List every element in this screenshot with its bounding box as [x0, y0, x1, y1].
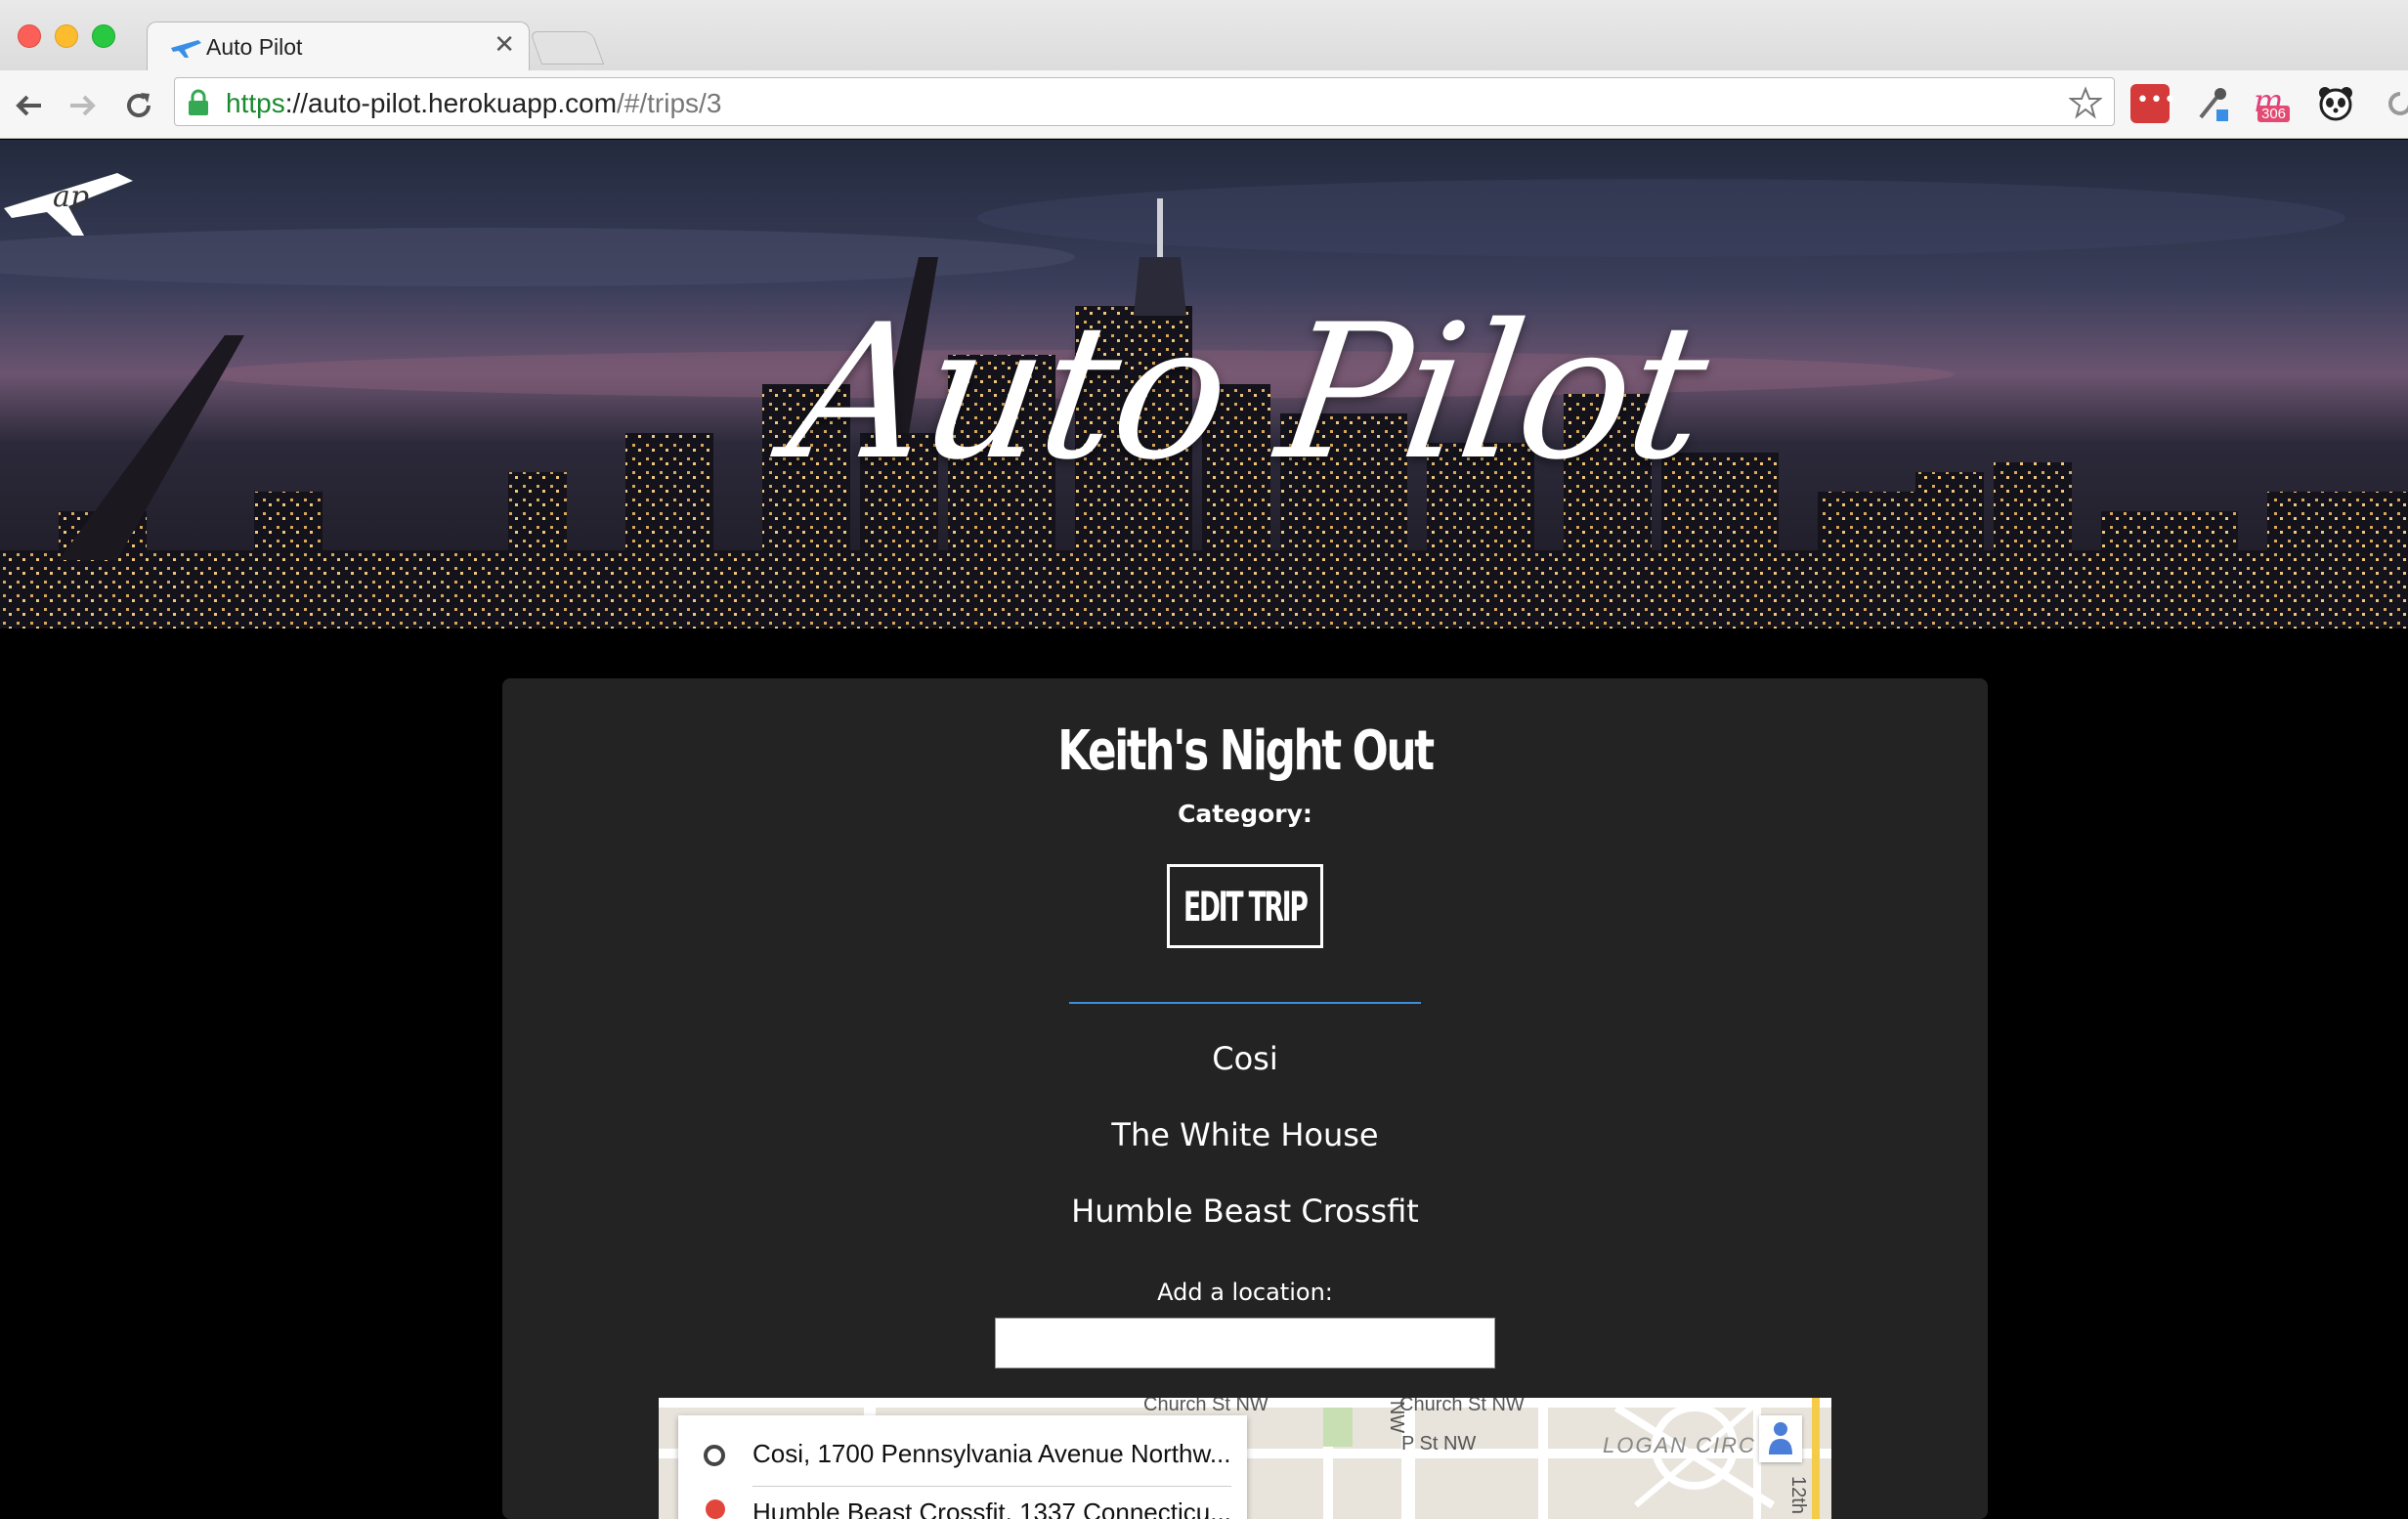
close-window-button[interactable]: [18, 24, 41, 48]
location-item[interactable]: Humble Beast Crossfit: [502, 1193, 1988, 1230]
new-tab-button[interactable]: [529, 31, 605, 65]
reload-icon[interactable]: [121, 88, 156, 123]
bookmark-star-icon[interactable]: [2069, 86, 2102, 119]
directions-panel: Cosi, 1700 Pennsylvania Avenue Northw...…: [678, 1415, 1247, 1519]
location-item[interactable]: Cosi: [502, 1040, 1988, 1077]
panda-extension-icon[interactable]: [2316, 84, 2355, 123]
tab-close-icon[interactable]: ✕: [494, 30, 515, 60]
map-area-label: LOGAN CIRC: [1603, 1433, 1756, 1457]
extension-icon[interactable]: [2381, 84, 2408, 123]
add-location-label: Add a location:: [1157, 1279, 1333, 1306]
trip-title: Keith's Night Out: [1057, 719, 1435, 783]
site-title: Auto Pilot: [778, 284, 1718, 500]
url-text: https://auto-pilot.herokuapp.com/#/trips…: [226, 88, 722, 118]
lock-icon: [189, 89, 208, 115]
map-street-label: Church St NW: [1143, 1398, 1268, 1415]
forward-arrow-icon[interactable]: [64, 88, 100, 123]
directions-destination[interactable]: Humble Beast Crossfit, 1337 Connecticu..…: [752, 1497, 1231, 1519]
map-street-label: 12th: [1786, 1476, 1809, 1514]
airplane-icon: [171, 40, 201, 58]
back-arrow-icon[interactable]: [12, 88, 47, 123]
eyedropper-extension-icon[interactable]: [2193, 84, 2232, 123]
destination-marker-icon: [706, 1499, 725, 1519]
browser-titlebar: Auto Pilot ✕: [0, 0, 2408, 72]
section-divider: [1069, 1002, 1421, 1004]
minimize-window-button[interactable]: [55, 24, 78, 48]
directions-origin[interactable]: Cosi, 1700 Pennsylvania Avenue Northw...: [752, 1439, 1231, 1469]
street-view-pegman-icon[interactable]: [1759, 1415, 1802, 1462]
address-bar[interactable]: https://auto-pilot.herokuapp.com/#/trips…: [174, 77, 2115, 126]
map-street-label: Church St NW: [1399, 1398, 1525, 1415]
route-map[interactable]: Church St NW NW Church St NW P St NW LOG…: [659, 1398, 1831, 1519]
origin-marker-icon: [704, 1445, 725, 1466]
directions-separator: [752, 1486, 1231, 1487]
autopilot-logo-icon: ap: [4, 173, 133, 236]
tab-title: Auto Pilot: [206, 34, 303, 60]
map-street-label: P St NW: [1401, 1433, 1477, 1454]
logo-text: ap: [53, 180, 89, 214]
zoom-window-button[interactable]: [92, 24, 115, 48]
hero-banner: ap Auto Pilot: [0, 140, 2408, 629]
browser-tab[interactable]: Auto Pilot ✕: [147, 22, 530, 72]
m-extension-icon[interactable]: m 306: [2250, 82, 2291, 123]
browser-toolbar: https://auto-pilot.herokuapp.com/#/trips…: [0, 70, 2408, 139]
location-item[interactable]: The White House: [502, 1116, 1988, 1153]
lastpass-extension-icon[interactable]: •••: [2130, 84, 2176, 123]
add-location-input[interactable]: [995, 1318, 1495, 1368]
edit-trip-button[interactable]: EDIT TRIP: [1167, 864, 1323, 948]
trip-card: Keith's Night Out Category: EDIT TRIP Co…: [502, 678, 1988, 1519]
category-label: Category:: [1178, 800, 1312, 828]
